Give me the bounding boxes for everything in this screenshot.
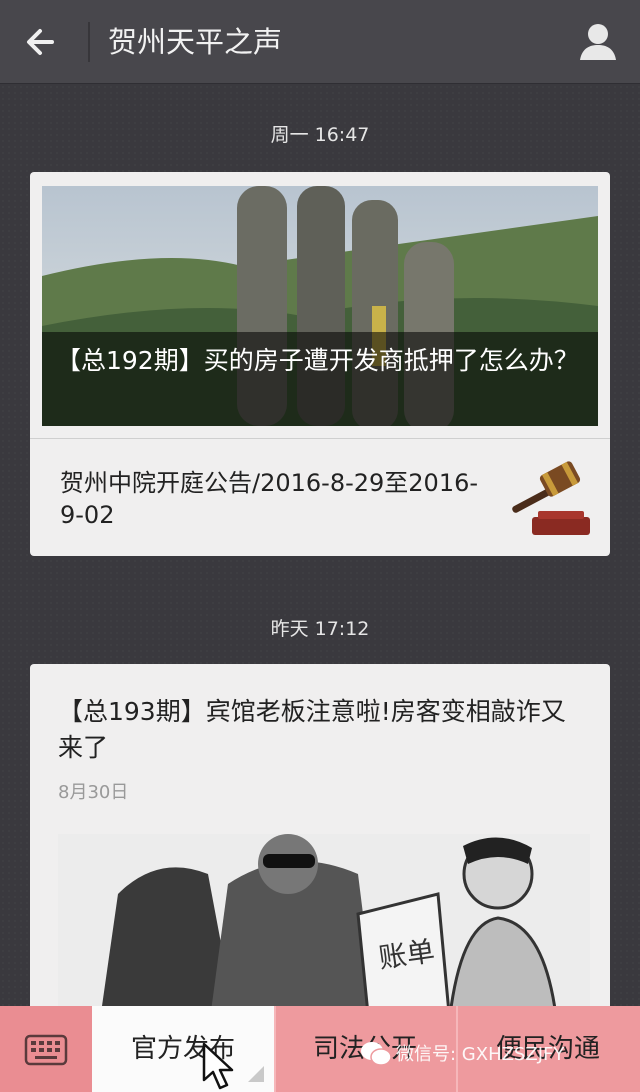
top-bar: 贺州天平之声 (0, 0, 640, 84)
article-title: 【总193期】宾馆老板注意啦!房客变相敲诈又来了 (58, 697, 566, 762)
article-card[interactable]: 【总192期】买的房子遭开发商抵押了怎么办？ 贺州中院开庭公告/2016-8-2… (30, 172, 610, 556)
article-cover-title: 【总192期】买的房子遭开发商抵押了怎么办？ (42, 332, 598, 426)
timestamp: 周一 16:47 (270, 124, 370, 146)
profile-button[interactable] (574, 18, 622, 66)
wechat-icon (361, 1042, 392, 1066)
cartoon-image: 账单 (58, 834, 590, 1006)
back-button[interactable] (18, 20, 68, 64)
header-divider (88, 22, 90, 62)
article-cover[interactable]: 【总192期】买的房子遭开发商抵押了怎么办？ (42, 186, 598, 426)
article-card[interactable]: 【总193期】宾馆老板注意啦!房客变相敲诈又来了 8月30日 账单 (30, 664, 610, 1006)
page-title: 贺州天平之声 (108, 25, 283, 59)
article-date: 8月30日 (58, 782, 129, 803)
arrow-left-icon (27, 29, 54, 55)
sub-article-title: 贺州中院开庭公告/2016-8-29至2016-9-02 (60, 469, 479, 529)
menu-official-release[interactable]: 官方发布 (92, 1006, 274, 1092)
article-illustration: 账单 (58, 834, 590, 1006)
sub-article-item[interactable]: 贺州中院开庭公告/2016-8-29至2016-9-02 (30, 439, 610, 556)
user-icon (580, 24, 616, 60)
keyboard-toggle-button[interactable] (0, 1006, 92, 1092)
gavel-icon (512, 461, 590, 535)
wechat-watermark: 微信号: GXHZSZJFY (396, 1044, 565, 1065)
keyboard-icon (24, 1034, 68, 1066)
submenu-indicator-icon (248, 1066, 264, 1082)
message-list[interactable]: 周一 16:47 【总192期】买的房子遭开发商抵押了怎么办？ 贺州中院开庭公告… (0, 84, 640, 1006)
timestamp: 昨天 17:12 (270, 618, 370, 640)
sub-article-thumbnail (502, 455, 594, 543)
cursor-icon (202, 1042, 234, 1090)
bottom-menu: 官方发布 司法公开 便民沟通 微信号: GXHZSZJFY (0, 1006, 640, 1092)
